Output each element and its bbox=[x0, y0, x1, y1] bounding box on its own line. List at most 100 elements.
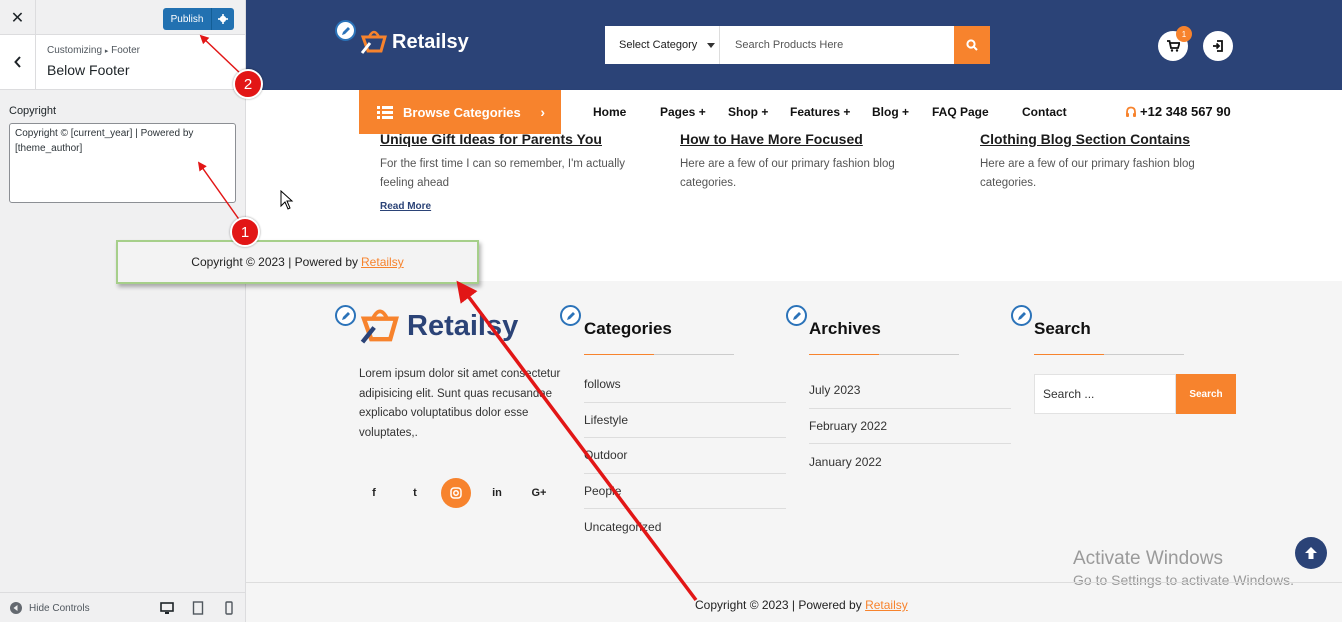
main-navigation: Browse Categories › Home Pages + Shop + … bbox=[246, 90, 1342, 135]
cart-count-badge: 1 bbox=[1176, 26, 1192, 42]
archive-link[interactable]: January 2022 bbox=[809, 444, 1011, 480]
pencil-icon bbox=[341, 311, 350, 320]
browse-categories-button[interactable]: Browse Categories › bbox=[359, 90, 561, 134]
sign-in-icon bbox=[1213, 40, 1223, 52]
footer-logo-text: Retailsy bbox=[407, 309, 519, 342]
browse-categories-label: Browse Categories bbox=[403, 104, 521, 120]
category-select[interactable]: Select Category bbox=[605, 26, 720, 64]
category-link[interactable]: People bbox=[584, 474, 786, 509]
nav-shop[interactable]: Shop + bbox=[728, 105, 768, 119]
nav-home[interactable]: Home bbox=[593, 105, 626, 119]
cart-icon bbox=[1166, 40, 1180, 52]
category-link[interactable]: follows bbox=[584, 367, 786, 403]
footer-logo[interactable]: Retailsy bbox=[359, 307, 518, 345]
login-button[interactable] bbox=[1203, 31, 1233, 61]
pencil-icon bbox=[566, 311, 575, 320]
read-more-link[interactable]: Read More bbox=[380, 201, 431, 212]
site-preview: Retailsy Select Category 1 Browse Catego… bbox=[246, 0, 1342, 622]
search-icon bbox=[966, 39, 978, 51]
desktop-preview-button[interactable] bbox=[160, 601, 174, 615]
blog-post-title[interactable]: Clothing Blog Section Contains bbox=[980, 131, 1250, 147]
site-footer: Retailsy Lorem ipsum dolor sit amet cons… bbox=[246, 281, 1342, 622]
edit-footer-logo-shortcut[interactable] bbox=[335, 305, 356, 326]
breadcrumb-separator: ▸ bbox=[104, 48, 109, 55]
nav-features[interactable]: Features + bbox=[790, 105, 850, 119]
category-link[interactable]: Outdoor bbox=[584, 438, 786, 474]
publish-settings-button[interactable] bbox=[211, 8, 234, 30]
customizer-header: ✕ Publish bbox=[0, 0, 245, 35]
collapse-icon bbox=[10, 602, 22, 614]
pencil-icon bbox=[792, 311, 801, 320]
tablet-icon bbox=[192, 601, 204, 615]
categories-heading: Categories bbox=[584, 319, 672, 338]
mobile-icon bbox=[225, 601, 233, 615]
instagram-icon bbox=[450, 487, 462, 499]
section-title: Below Footer bbox=[47, 62, 130, 78]
close-button[interactable]: ✕ bbox=[0, 0, 36, 35]
customizer-footer: Hide Controls bbox=[0, 592, 245, 622]
mobile-preview-button[interactable] bbox=[222, 601, 236, 615]
archives-heading: Archives bbox=[809, 319, 881, 338]
edit-categories-shortcut[interactable] bbox=[560, 305, 581, 326]
instagram-link[interactable] bbox=[441, 478, 471, 508]
nav-pages[interactable]: Pages + bbox=[660, 105, 706, 119]
customizer-sidebar: ✕ Publish Customizing ▸ Footer Below Foo… bbox=[0, 0, 246, 622]
footer-search-button[interactable]: Search bbox=[1176, 374, 1236, 414]
google-plus-link[interactable]: G+ bbox=[524, 478, 554, 508]
copyright-preview-callout: Copyright © 2023 | Powered by Retailsy bbox=[116, 240, 479, 284]
phone-number[interactable]: +12 348 567 90 bbox=[1125, 104, 1231, 119]
chevron-right-icon: › bbox=[540, 104, 545, 120]
callout-prefix: Copyright © 2023 | Powered by bbox=[191, 255, 359, 269]
hide-controls-button[interactable]: Hide Controls bbox=[10, 602, 90, 614]
linkedin-icon: in bbox=[492, 487, 502, 499]
twitter-link[interactable]: t bbox=[400, 478, 430, 508]
category-link[interactable]: Lifestyle bbox=[584, 403, 786, 438]
edit-archives-shortcut[interactable] bbox=[786, 305, 807, 326]
section-header: Customizing ▸ Footer Below Footer bbox=[0, 35, 245, 90]
basket-logo-icon bbox=[360, 30, 387, 54]
blog-post-card: Unique Gift Ideas for Parents You For th… bbox=[380, 131, 650, 214]
blog-post-card: How to Have More Focused Here are a few … bbox=[680, 131, 950, 193]
blog-post-title[interactable]: How to Have More Focused bbox=[680, 131, 950, 147]
product-search-input[interactable] bbox=[721, 26, 953, 64]
tablet-preview-button[interactable] bbox=[191, 601, 205, 615]
desktop-icon bbox=[160, 602, 174, 614]
archive-link[interactable]: July 2023 bbox=[809, 373, 1011, 409]
category-link[interactable]: Uncategorized bbox=[584, 509, 786, 545]
nav-contact[interactable]: Contact bbox=[1022, 105, 1067, 119]
theme-author-link[interactable]: Retailsy bbox=[865, 598, 908, 612]
back-button[interactable] bbox=[0, 35, 36, 89]
archive-link[interactable]: February 2022 bbox=[809, 409, 1011, 444]
blog-post-excerpt: Here are a few of our primary fashion bl… bbox=[980, 158, 1195, 189]
heading-divider bbox=[584, 354, 734, 355]
archives-list: July 2023 February 2022 January 2022 bbox=[809, 373, 1011, 480]
mouse-cursor-icon bbox=[280, 190, 294, 210]
logo-text: Retailsy bbox=[392, 30, 469, 53]
caret-down-icon bbox=[707, 43, 715, 48]
site-logo[interactable]: Retailsy bbox=[360, 29, 469, 55]
scroll-to-top-button[interactable] bbox=[1295, 537, 1327, 569]
callout-author-link: Retailsy bbox=[361, 255, 404, 269]
edit-logo-shortcut[interactable] bbox=[335, 20, 356, 41]
product-search-button[interactable] bbox=[954, 26, 990, 64]
footer-search-input[interactable] bbox=[1034, 374, 1176, 414]
cart-button[interactable]: 1 bbox=[1158, 26, 1192, 61]
edit-search-shortcut[interactable] bbox=[1011, 305, 1032, 326]
facebook-link[interactable]: f bbox=[359, 478, 389, 508]
nav-blog[interactable]: Blog + bbox=[872, 105, 909, 119]
nav-faq[interactable]: FAQ Page bbox=[932, 105, 989, 119]
linkedin-link[interactable]: in bbox=[482, 478, 512, 508]
heading-divider bbox=[809, 354, 959, 355]
blog-post-excerpt: Here are a few of our primary fashion bl… bbox=[680, 158, 895, 189]
site-header: Retailsy Select Category 1 bbox=[246, 0, 1342, 90]
copyright-prefix: Copyright © 2023 | Powered by bbox=[695, 598, 862, 612]
category-select-value: Select Category bbox=[619, 39, 698, 51]
blog-post-card: Clothing Blog Section Contains Here are … bbox=[980, 131, 1250, 193]
blog-post-title[interactable]: Unique Gift Ideas for Parents You bbox=[380, 131, 650, 147]
below-footer-bar: Copyright © 2023 | Powered by Retailsy bbox=[246, 582, 1342, 622]
copyright-textarea[interactable]: Copyright © [current_year] | Powered by … bbox=[9, 123, 236, 203]
hide-controls-label: Hide Controls bbox=[29, 602, 90, 614]
product-search-bar: Select Category bbox=[605, 26, 990, 64]
watermark-line-1: Activate Windows bbox=[1073, 548, 1223, 569]
publish-button[interactable]: Publish bbox=[163, 8, 211, 30]
